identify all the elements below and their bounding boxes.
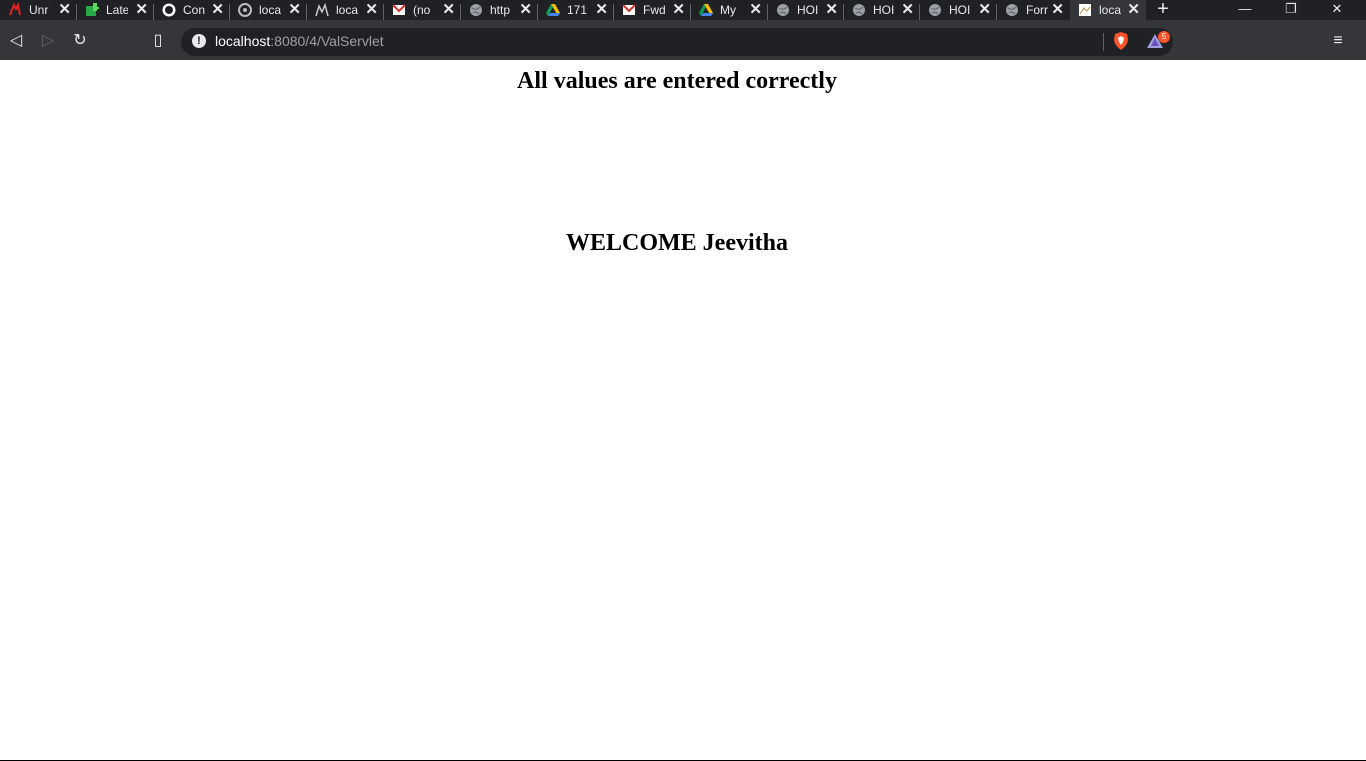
pdf-icon [7, 2, 23, 18]
restore-button[interactable]: ❐ [1268, 0, 1314, 20]
close-tab-icon[interactable]: ✕ [1127, 1, 1140, 19]
browser-tab[interactable]: HOI ✕ [768, 0, 844, 20]
brave-shield-icon[interactable] [1113, 32, 1129, 50]
globe-icon [775, 2, 791, 18]
page-icon [1077, 2, 1093, 18]
status-message: All values are entered correctly [517, 68, 837, 94]
tab-title: loca [259, 3, 281, 17]
globe-icon [468, 2, 484, 18]
browser-tab[interactable]: (no ✕ [384, 0, 461, 20]
browser-tab[interactable]: 171 ✕ [538, 0, 614, 20]
back-icon[interactable]: ◁ [6, 31, 26, 51]
tab-title: Forr [1026, 3, 1048, 17]
rewards-badge: 5 [1158, 31, 1170, 43]
close-tab-icon[interactable]: ✕ [825, 1, 838, 19]
settings-icon [237, 2, 253, 18]
drive-icon [698, 2, 714, 18]
gmail-icon [621, 2, 637, 18]
close-tab-icon[interactable]: ✕ [978, 1, 991, 19]
close-tab-icon[interactable]: ✕ [442, 1, 455, 19]
minimize-button[interactable]: — [1222, 0, 1268, 20]
close-window-button[interactable]: ✕ [1314, 0, 1360, 20]
drive-icon [545, 2, 561, 18]
close-tab-icon[interactable]: ✕ [365, 1, 378, 19]
browser-tab[interactable]: HOI ✕ [844, 0, 920, 20]
tab-title: (no [413, 3, 431, 17]
close-tab-icon[interactable]: ✕ [901, 1, 914, 19]
tab-title: HOI [797, 3, 819, 17]
browser-tab[interactable]: http ✕ [461, 0, 538, 20]
globe-icon [927, 2, 943, 18]
close-tab-icon[interactable]: ✕ [1051, 1, 1064, 19]
tomcat-icon [314, 2, 330, 18]
browser-tab[interactable]: Forr ✕ [997, 0, 1070, 20]
tab-title: 171 [567, 3, 588, 17]
forward-icon: ▷ [41, 32, 55, 49]
close-tab-icon[interactable]: ✕ [135, 1, 148, 19]
address-divider [1103, 33, 1104, 51]
tab-strip: Unr ✕ Late ✕ Con ✕ loca ✕ loca ✕ (no ✕ http ✕ 171 ✕ Fwd ✕… [0, 0, 1366, 20]
browser-tab[interactable]: Con ✕ [154, 0, 230, 20]
tab-title: loca [336, 3, 358, 17]
close-tab-icon[interactable]: ✕ [519, 1, 532, 19]
close-tab-icon[interactable]: ✕ [288, 1, 301, 19]
close-tab-icon[interactable]: ✕ [672, 1, 685, 19]
welcome-message: WELCOME Jeevitha [566, 230, 788, 256]
close-tab-icon[interactable]: ✕ [595, 1, 608, 19]
github-icon [161, 2, 177, 18]
tab-title: Unr [29, 3, 49, 17]
bookmark-icon[interactable]: ▯ [148, 31, 168, 51]
menu-icon[interactable]: ≡ [1328, 31, 1348, 51]
reload-icon[interactable]: ↻ [70, 31, 90, 51]
browser-tab[interactable]: Late ✕ [77, 0, 154, 20]
close-tab-icon[interactable]: ✕ [58, 1, 71, 19]
tab-title: Fwd [643, 3, 665, 17]
address-url[interactable]: localhost:8080/4/ValServlet [215, 33, 384, 49]
browser-tab[interactable]: loca ✕ [307, 0, 384, 20]
close-tab-icon[interactable]: ✕ [749, 1, 762, 19]
site-info-icon[interactable]: ! [192, 34, 206, 48]
tab-title: My [720, 3, 736, 17]
globe-icon [1004, 2, 1020, 18]
new-tab-button[interactable]: + [1151, 0, 1175, 20]
browser-tab[interactable]: Fwd ✕ [614, 0, 691, 20]
browser-tab[interactable]: Unr ✕ [0, 0, 77, 20]
browser-tab[interactable]: loca ✕ [230, 0, 307, 20]
url-host: localhost [215, 33, 271, 49]
tab-title: HOI [949, 3, 971, 17]
tab-title: http [490, 3, 511, 17]
tab-title: HOI [873, 3, 895, 17]
tab-title: loca [1099, 3, 1121, 17]
globe-icon [851, 2, 867, 18]
tab-title: Late [106, 3, 128, 17]
browser-tab[interactable]: loca ✕ [1070, 0, 1146, 20]
browser-tab[interactable]: HOI ✕ [920, 0, 997, 20]
url-path: :8080/4/ValServlet [270, 33, 384, 49]
browser-tab[interactable]: My ✕ [691, 0, 768, 20]
puzzle-icon [84, 2, 100, 18]
tab-title: Con [183, 3, 205, 17]
close-tab-icon[interactable]: ✕ [211, 1, 224, 19]
gmail-icon [391, 2, 407, 18]
